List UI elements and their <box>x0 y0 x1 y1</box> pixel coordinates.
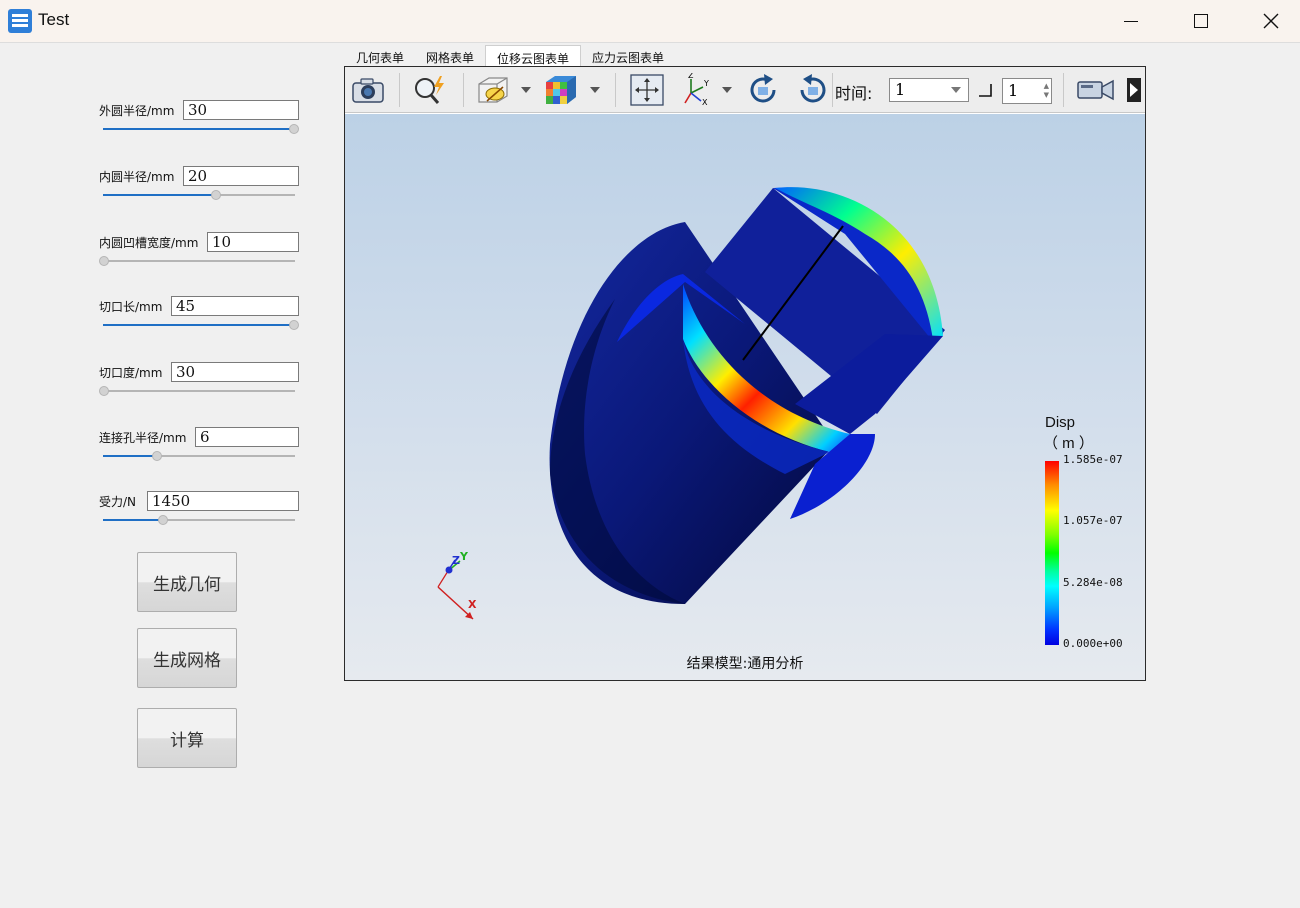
outer-radius-slider[interactable] <box>103 123 299 135</box>
screenshot-button[interactable] <box>350 73 386 107</box>
step-spinbox[interactable]: 1 ▲ ▼ <box>1002 78 1052 104</box>
cut-length-slider[interactable] <box>103 319 299 331</box>
slider-handle[interactable] <box>158 515 168 525</box>
slider-handle[interactable] <box>211 190 221 200</box>
window-title: Test <box>38 10 70 29</box>
groove-width-input[interactable]: 10 <box>207 232 299 252</box>
compute-button[interactable]: 计算 <box>137 708 237 768</box>
video-camera-icon <box>1077 79 1114 101</box>
cut-depth-input[interactable]: 30 <box>171 362 299 382</box>
time-select-value: 1 <box>895 80 906 99</box>
tab-bar: 几何表单 网格表单 位移云图表单 应力云图表单 <box>345 45 675 67</box>
title-bar: Test <box>0 0 1300 43</box>
legend-tick-label: 5.284e-08 <box>1063 576 1123 589</box>
maximize-icon <box>1194 14 1208 28</box>
result-viewer-panel: Z Y X 时间: 1 1 ▲ ▼ X Y Z Disp （ m ） 1.585… <box>344 66 1146 681</box>
groove-width-label: 内圆凹槽宽度/mm <box>99 236 199 250</box>
chevron-down-icon <box>951 87 961 93</box>
fit-view-button[interactable] <box>629 73 665 107</box>
legend-tick-label: 1.057e-07 <box>1063 514 1123 527</box>
triad-z-label: Z <box>452 554 460 567</box>
hole-radius-input[interactable]: 6 <box>195 427 299 447</box>
rotate-cw-icon <box>750 74 776 103</box>
color-cube-icon <box>546 76 576 104</box>
minimize-icon <box>1124 20 1138 22</box>
color-scale-bar <box>1045 461 1059 645</box>
app-icon <box>8 9 32 33</box>
inner-radius-input[interactable]: 20 <box>183 166 299 186</box>
time-select[interactable]: 1 <box>889 78 969 102</box>
slider-handle[interactable] <box>289 320 299 330</box>
inner-radius-slider[interactable] <box>103 189 295 201</box>
axes-icon: Z Y X <box>684 73 709 107</box>
groove-width-slider[interactable] <box>99 255 295 267</box>
rotate-ccw-icon <box>800 74 826 103</box>
maximize-button[interactable] <box>1166 0 1236 42</box>
toolbar-overflow-button[interactable] <box>1125 73 1143 107</box>
viewer-toolbar: Z Y X 时间: 1 1 ▲ ▼ <box>345 67 1145 113</box>
cut-length-input[interactable]: 45 <box>171 296 299 316</box>
svg-text:Z: Z <box>688 73 694 80</box>
slider-handle[interactable] <box>99 256 109 266</box>
step-icon <box>979 84 992 97</box>
step-value: 1 <box>1008 81 1019 100</box>
result-model-label: 结果模型:通用分析 <box>686 656 804 672</box>
chevron-right-icon <box>1127 78 1141 102</box>
svg-text:Y: Y <box>703 79 709 88</box>
display-mode-icon <box>478 77 508 103</box>
outer-radius-label: 外圆半径/mm <box>99 104 175 118</box>
force-label: 受力/N <box>99 495 137 509</box>
spin-down-icon[interactable]: ▼ <box>1044 91 1049 99</box>
generate-mesh-button[interactable]: 生成网格 <box>137 628 237 688</box>
rotate-ccw-button[interactable] <box>795 73 831 107</box>
inner-radius-label: 内圆半径/mm <box>99 170 175 184</box>
displacement-contour-model <box>437 187 945 620</box>
minimize-button[interactable] <box>1096 0 1166 42</box>
slider-handle[interactable] <box>99 386 109 396</box>
force-input[interactable]: 1450 <box>147 491 299 511</box>
legend-unit: （ m ） <box>1043 435 1094 452</box>
slider-handle[interactable] <box>152 451 162 461</box>
generate-geometry-button[interactable]: 生成几何 <box>137 552 237 612</box>
color-map-button[interactable] <box>543 73 579 107</box>
close-button[interactable] <box>1236 0 1300 42</box>
triad-y-label: Y <box>460 550 468 563</box>
rotate-cw-button[interactable] <box>745 73 781 107</box>
hole-radius-slider[interactable] <box>103 450 295 462</box>
axes-view-button[interactable]: Z Y X <box>679 73 715 107</box>
legend-title: Disp <box>1045 414 1076 431</box>
cut-length-label: 切口长/mm <box>99 300 163 314</box>
record-video-button[interactable] <box>1075 73 1117 107</box>
camera-icon <box>352 78 384 103</box>
display-mode-button[interactable] <box>475 73 511 107</box>
cut-depth-slider[interactable] <box>99 385 295 397</box>
tab-geometry[interactable]: 几何表单 <box>345 45 415 67</box>
legend-max-label: 1.585e-07 <box>1063 453 1123 466</box>
tab-displacement[interactable]: 位移云图表单 <box>485 45 582 67</box>
force-slider[interactable] <box>103 514 295 526</box>
outer-radius-input[interactable]: 30 <box>183 100 299 120</box>
tab-stress[interactable]: 应力云图表单 <box>581 45 675 67</box>
svg-text:X: X <box>702 98 708 107</box>
zoom-icon <box>415 76 444 104</box>
fit-view-icon <box>630 74 664 106</box>
close-icon <box>1263 13 1279 29</box>
slider-handle[interactable] <box>289 124 299 134</box>
3d-viewport[interactable]: X Y Z Disp （ m ） 1.585e-07 1.057e-07 5.2… <box>345 114 1145 680</box>
triad-x-label: X <box>468 598 477 611</box>
legend-min-label: 0.000e+00 <box>1063 637 1123 650</box>
spin-up-icon[interactable]: ▲ <box>1044 82 1049 90</box>
cut-depth-label: 切口度/mm <box>99 366 163 380</box>
hole-radius-label: 连接孔半径/mm <box>99 431 187 445</box>
tab-mesh[interactable]: 网格表单 <box>415 45 485 67</box>
zoom-button[interactable] <box>412 73 448 107</box>
time-label: 时间: <box>835 84 873 103</box>
